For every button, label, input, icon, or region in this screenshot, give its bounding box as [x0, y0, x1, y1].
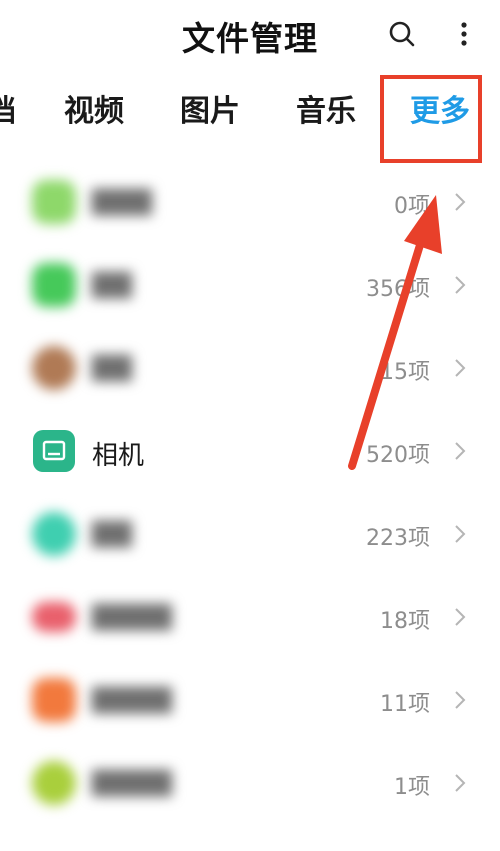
list-item-label: ▇▇▇▇ [92, 767, 172, 797]
list-item-label: 相机 [92, 441, 145, 471]
chevron-right-icon [455, 608, 466, 626]
app-icon [32, 263, 76, 307]
list-item[interactable]: ▇▇▇▇ 1项 [0, 741, 500, 824]
item-count: 520项 [366, 443, 430, 468]
more-options-button[interactable] [452, 18, 476, 54]
tab-videos[interactable]: 视频 [64, 86, 124, 130]
annotation-highlight-box [380, 75, 482, 163]
chevron-right-icon [455, 442, 466, 460]
item-count: 1项 [394, 775, 430, 800]
list-item[interactable]: ▇▇▇▇ 18项 [0, 575, 500, 658]
app-icon [32, 602, 76, 632]
chevron-right-icon [455, 276, 466, 294]
list-item-label: ▇▇▇▇ [92, 684, 172, 714]
more-vertical-icon [461, 22, 467, 46]
list-item[interactable]: ▇▇ 15项 [0, 326, 500, 409]
list-item-label: ▇▇▇▇ [92, 601, 172, 631]
tab-images[interactable]: 图片 [180, 86, 240, 130]
list-item-label: ▇▇▇ [92, 186, 152, 216]
tab-music[interactable]: 音乐 [296, 86, 356, 130]
app-icon [32, 512, 76, 556]
item-count: 15项 [380, 360, 430, 385]
list-item-label: ▇▇ [92, 352, 132, 382]
chevron-right-icon [455, 774, 466, 792]
item-count: 11项 [380, 692, 430, 717]
app-icon [32, 678, 76, 722]
chevron-right-icon [455, 193, 466, 211]
app-icon [32, 346, 76, 390]
list-item-label: ▇▇ [92, 269, 132, 299]
list-item-camera[interactable]: 相机 520项 [0, 409, 500, 492]
page-title: 文件管理 [182, 19, 318, 58]
app-icon [32, 761, 76, 805]
chevron-right-icon [455, 359, 466, 377]
item-count: 0项 [394, 194, 430, 219]
list-item[interactable]: ▇▇ 356项 [0, 243, 500, 326]
image-frame-icon [42, 440, 66, 461]
search-button[interactable] [384, 16, 420, 52]
tab-documents[interactable]: 档 [0, 86, 16, 130]
item-count: 223项 [366, 526, 430, 551]
list-item-label: ▇▇ [92, 518, 132, 548]
app-header: 文件管理 [0, 0, 500, 70]
chevron-right-icon [455, 525, 466, 543]
app-icon [32, 180, 76, 224]
search-icon [389, 21, 415, 47]
list-item[interactable]: ▇▇▇ 0项 [0, 160, 500, 243]
item-count: 356项 [366, 277, 430, 302]
item-count: 18项 [380, 609, 430, 634]
camera-folder-icon [33, 430, 75, 472]
list-item[interactable]: ▇▇ 223项 [0, 492, 500, 575]
app-folder-list: ▇▇▇ 0项 ▇▇ 356项 ▇▇ 15项 相机 520项 ▇▇ 223项 ▇▇… [0, 160, 500, 824]
chevron-right-icon [455, 691, 466, 709]
list-item[interactable]: ▇▇▇▇ 11项 [0, 658, 500, 741]
